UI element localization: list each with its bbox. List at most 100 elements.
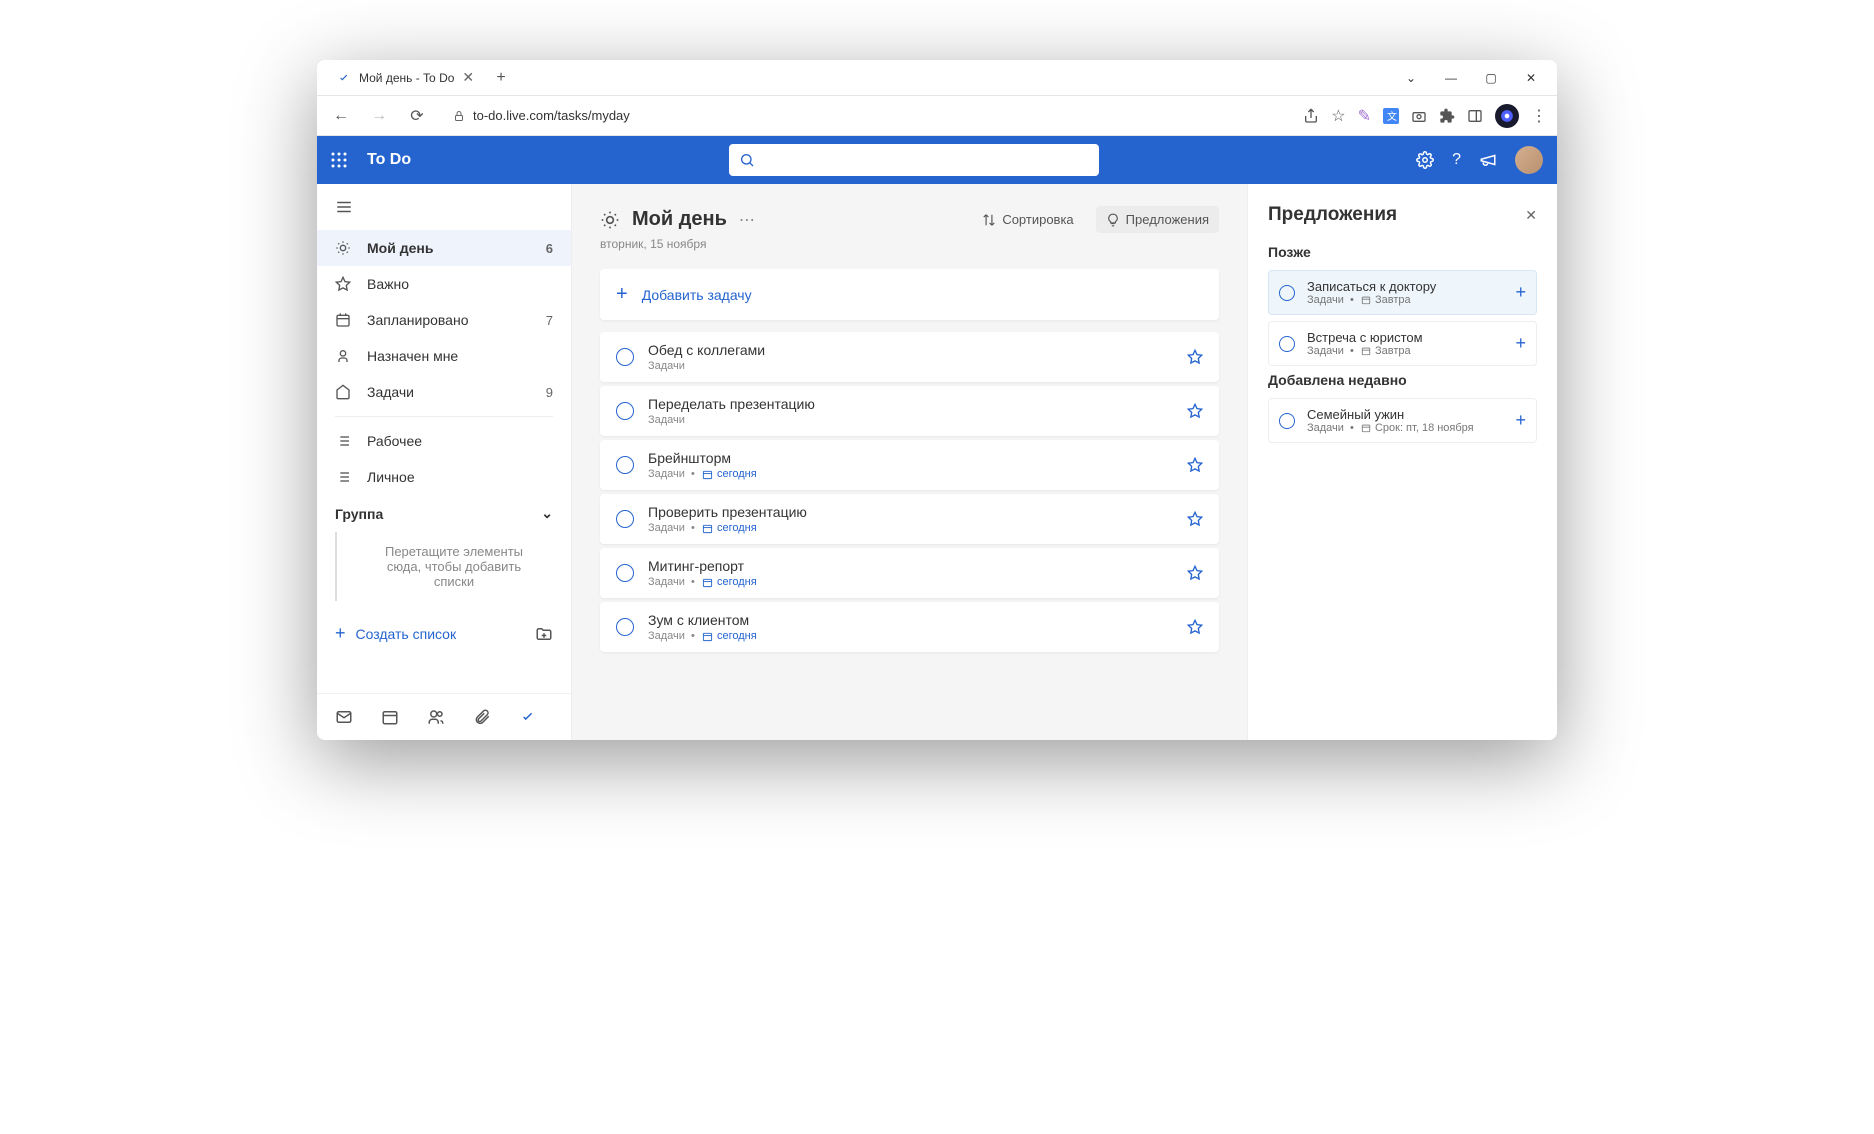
task-meta: Задачи (648, 414, 1173, 426)
bookmark-star-icon[interactable]: ☆ (1331, 106, 1345, 126)
add-suggestion-icon[interactable]: + (1515, 410, 1526, 431)
folder-add-icon[interactable] (535, 625, 553, 643)
sidebar-custom-list[interactable]: Рабочее (317, 423, 571, 459)
sidebar-item-tasks[interactable]: Задачи 9 (317, 374, 571, 410)
people-icon[interactable] (427, 708, 445, 726)
app-launcher-icon[interactable] (331, 152, 347, 168)
main-date: вторник, 15 ноября (600, 237, 1219, 251)
sidebar-item-label: Назначен мне (367, 348, 458, 364)
star-icon (335, 276, 353, 292)
extensions-puzzle-icon[interactable] (1439, 108, 1455, 124)
task-meta: Задачи • сегодня (648, 468, 1173, 480)
list-icon (335, 433, 353, 449)
task-checkbox[interactable] (616, 402, 634, 420)
close-tab-icon[interactable]: ✕ (462, 69, 476, 86)
more-options-icon[interactable]: ⋯ (739, 210, 755, 230)
task-row[interactable]: Проверить презентацию Задачи • сегодня (600, 494, 1219, 544)
page-title: Мой день (632, 208, 727, 231)
back-button[interactable]: ← (327, 102, 355, 130)
star-icon[interactable] (1187, 619, 1203, 635)
search-input[interactable] (729, 144, 1099, 176)
sidebar-item-important[interactable]: Важно (317, 266, 571, 302)
task-checkbox[interactable] (616, 348, 634, 366)
task-meta: Задачи • сегодня (648, 576, 1173, 588)
svg-text:文: 文 (1387, 110, 1397, 123)
task-row[interactable]: Брейншторм Задачи • сегодня (600, 440, 1219, 490)
sidebar-item-label: Рабочее (367, 433, 422, 449)
task-body: Брейншторм Задачи • сегодня (648, 450, 1173, 480)
suggestion-item[interactable]: Семейный ужин Задачи • Срок: пт, 18 нояб… (1268, 398, 1537, 443)
sidebar-item-myday[interactable]: Мой день 6 (317, 230, 571, 266)
task-checkbox[interactable] (616, 456, 634, 474)
add-task-input[interactable]: + Добавить задачу (600, 269, 1219, 320)
task-row[interactable]: Переделать презентацию Задачи (600, 386, 1219, 436)
suggestion-checkbox[interactable] (1279, 336, 1295, 352)
minimize-button[interactable]: — (1433, 64, 1469, 92)
star-icon[interactable] (1187, 565, 1203, 581)
task-row[interactable]: Обед с коллегами Задачи (600, 332, 1219, 382)
suggestions-button[interactable]: Предложения (1096, 206, 1219, 233)
close-panel-icon[interactable]: ✕ (1525, 207, 1537, 224)
address-bar[interactable]: to-do.live.com/tasks/myday (441, 101, 1293, 131)
add-suggestion-icon[interactable]: + (1515, 333, 1526, 354)
sidebar-group-toggle[interactable]: Группа ⌄ (317, 495, 571, 532)
create-list-button[interactable]: + Создать список (317, 609, 571, 658)
browser-tab[interactable]: Мой день - To Do ✕ (325, 62, 488, 94)
header-actions: ? (1416, 146, 1543, 174)
side-panel-icon[interactable] (1467, 108, 1483, 124)
star-icon[interactable] (1187, 457, 1203, 473)
user-avatar[interactable] (1515, 146, 1543, 174)
todo-app-icon[interactable] (519, 708, 537, 726)
search-icon (739, 152, 755, 168)
close-window-button[interactable]: ✕ (1513, 64, 1549, 92)
share-icon[interactable] (1303, 108, 1319, 124)
task-checkbox[interactable] (616, 510, 634, 528)
menu-toggle-icon[interactable] (317, 184, 571, 230)
calendar-icon (335, 312, 353, 328)
task-title: Брейншторм (648, 450, 1173, 466)
star-icon[interactable] (1187, 403, 1203, 419)
task-meta: Задачи • сегодня (648, 522, 1173, 534)
suggestion-checkbox[interactable] (1279, 413, 1295, 429)
extension-translate-icon[interactable]: 文 (1383, 108, 1399, 124)
new-tab-button[interactable]: + (496, 69, 505, 87)
sidebar-item-assigned[interactable]: Назначен мне (317, 338, 571, 374)
suggestion-item[interactable]: Записаться к доктору Задачи • Завтра + (1268, 270, 1537, 315)
forward-button[interactable]: → (365, 102, 393, 130)
megaphone-icon[interactable] (1479, 151, 1497, 169)
browser-titlebar: Мой день - To Do ✕ + ⌄ — ▢ ✕ (317, 60, 1557, 96)
task-row[interactable]: Зум с клиентом Задачи • сегодня (600, 602, 1219, 652)
sidebar-item-planned[interactable]: Запланировано 7 (317, 302, 571, 338)
tab-title: Мой день - To Do (359, 71, 454, 85)
calendar-app-icon[interactable] (381, 708, 399, 726)
maximize-button[interactable]: ▢ (1473, 64, 1509, 92)
add-suggestion-icon[interactable]: + (1515, 282, 1526, 303)
mail-icon[interactable] (335, 708, 353, 726)
extension-feather-icon[interactable]: ✎ (1358, 106, 1371, 126)
extension-camera-icon[interactable] (1411, 108, 1427, 124)
settings-icon[interactable] (1416, 151, 1434, 169)
help-icon[interactable]: ? (1452, 151, 1461, 169)
reload-button[interactable]: ⟳ (403, 102, 431, 130)
app-body: Мой день 6 Важно Запланировано 7 Назначе… (317, 184, 1557, 740)
sort-button[interactable]: Сортировка (972, 206, 1083, 233)
suggestions-panel: Предложения ✕ Позже Записаться к доктору… (1247, 184, 1557, 740)
suggestion-checkbox[interactable] (1279, 285, 1295, 301)
sidebar-custom-list[interactable]: Личное (317, 459, 571, 495)
group-empty-hint: Перетащите элементы сюда, чтобы добавить… (335, 532, 571, 601)
star-icon[interactable] (1187, 349, 1203, 365)
browser-profile-avatar[interactable] (1495, 104, 1519, 128)
sun-icon (335, 240, 353, 256)
suggestion-item[interactable]: Встреча с юристом Задачи • Завтра + (1268, 321, 1537, 366)
suggestion-title: Семейный ужин (1307, 407, 1503, 422)
browser-menu-icon[interactable]: ⋮ (1531, 106, 1547, 126)
main-actions: Сортировка Предложения (972, 206, 1219, 233)
star-icon[interactable] (1187, 511, 1203, 527)
attachment-icon[interactable] (473, 708, 491, 726)
panel-title: Предложения (1268, 204, 1397, 226)
task-row[interactable]: Митинг-репорт Задачи • сегодня (600, 548, 1219, 598)
task-checkbox[interactable] (616, 564, 634, 582)
sidebar-item-label: Задачи (367, 384, 414, 400)
task-checkbox[interactable] (616, 618, 634, 636)
chevron-down-icon[interactable]: ⌄ (1393, 64, 1429, 92)
